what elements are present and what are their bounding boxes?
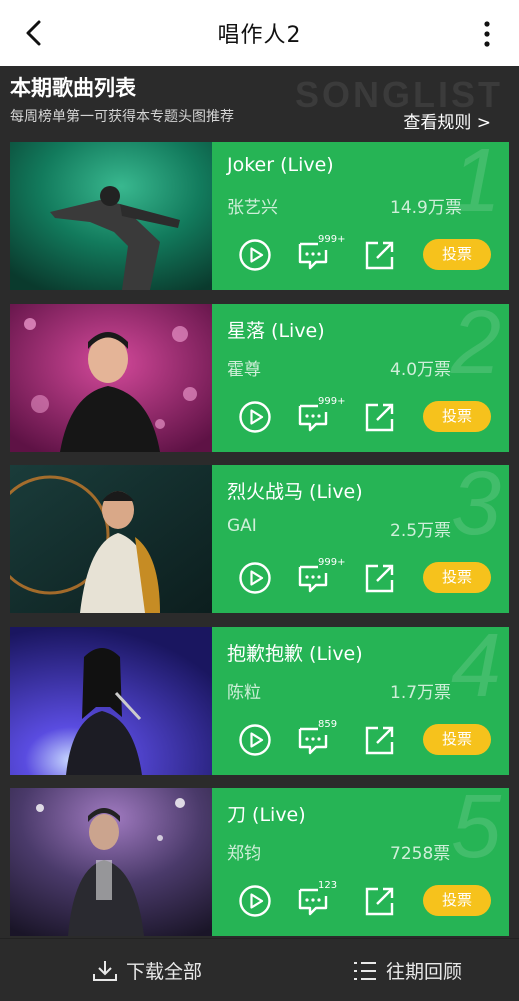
songlist-header: SONGLIST 本期歌曲列表 每周榜单第一可获得本专题头图推荐 查看规则 > (0, 66, 519, 138)
song-card[interactable]: 3 烈火战马 (Live) GAI 2.5万票 999+ 投票 (10, 465, 509, 613)
vote-button[interactable]: 投票 (423, 724, 491, 755)
back-arrow-icon[interactable] (20, 18, 50, 48)
play-icon[interactable] (238, 884, 272, 918)
rank-number: 2 (450, 304, 501, 393)
section-subtitle: 每周榜单第一可获得本专题头图推荐 (10, 109, 234, 125)
vote-count: 1.7万票 (390, 683, 452, 703)
vote-count: 7258票 (390, 844, 451, 864)
rank-number: 4 (450, 627, 501, 716)
page-title: 唱作人2 (217, 23, 302, 48)
download-icon (93, 960, 117, 981)
comment-count: 999+ (318, 234, 346, 245)
song-card[interactable]: 4 抱歉抱歉 (Live) 陈粒 1.7万票 859 投票 (10, 627, 509, 775)
singer-name: 霍尊 (227, 360, 261, 380)
history-button[interactable]: 往期回顾 (352, 957, 462, 984)
more-options-icon[interactable] (481, 20, 493, 48)
share-icon[interactable] (364, 885, 396, 917)
history-label: 往期回顾 (386, 961, 463, 983)
vote-button[interactable]: 投票 (423, 562, 491, 593)
song-title: 抱歉抱歉 (Live) (227, 643, 363, 665)
play-icon[interactable] (238, 561, 272, 595)
vote-button[interactable]: 投票 (423, 239, 491, 270)
song-title: 烈火战马 (Live) (227, 481, 363, 503)
song-cover-image (10, 142, 212, 290)
song-cover-image (10, 304, 212, 452)
song-card[interactable]: 5 刀 (Live) 郑钧 7258票 123 投票 (10, 788, 509, 936)
song-card[interactable]: 2 星落 (Live) 霍尊 4.0万票 999+ 投票 (10, 304, 509, 452)
share-icon[interactable] (364, 401, 396, 433)
vote-button[interactable]: 投票 (423, 401, 491, 432)
song-title: 星落 (Live) (227, 320, 325, 342)
song-cover-image (10, 465, 212, 613)
play-icon[interactable] (238, 238, 272, 272)
play-icon[interactable] (238, 400, 272, 434)
share-icon[interactable] (364, 562, 396, 594)
vote-button[interactable]: 投票 (423, 885, 491, 916)
song-card[interactable]: 1 Joker (Live) 张艺兴 14.9万票 999+ 投票 (10, 142, 509, 290)
share-icon[interactable] (364, 239, 396, 271)
vote-count: 2.5万票 (390, 521, 452, 541)
song-title: 刀 (Live) (227, 804, 306, 826)
singer-name: 张艺兴 (227, 198, 278, 218)
song-cover-image (10, 627, 212, 775)
bottom-action-bar: 下载全部 往期回顾 (0, 938, 519, 1001)
singer-name: 陈粒 (227, 683, 261, 703)
vote-count: 14.9万票 (390, 198, 462, 218)
singer-name: 郑钧 (227, 844, 261, 864)
song-cover-image (10, 788, 212, 936)
comment-count: 999+ (318, 557, 346, 568)
song-title: Joker (Live) (227, 154, 334, 176)
comment-count: 123 (318, 880, 338, 891)
comment-count: 859 (318, 719, 338, 730)
section-title: 本期歌曲列表 (10, 76, 136, 100)
top-nav-bar: 唱作人2 (0, 0, 519, 66)
vote-count: 4.0万票 (390, 360, 452, 380)
singer-name: GAI (227, 516, 257, 536)
rank-number: 3 (450, 465, 501, 554)
play-icon[interactable] (238, 723, 272, 757)
download-all-label: 下载全部 (126, 961, 203, 983)
share-icon[interactable] (364, 724, 396, 756)
download-all-button[interactable]: 下载全部 (92, 957, 202, 984)
view-rules-link[interactable]: 查看规则 > (403, 108, 491, 133)
rank-number: 5 (450, 788, 501, 877)
list-icon (354, 961, 376, 980)
comment-count: 999+ (318, 396, 346, 407)
